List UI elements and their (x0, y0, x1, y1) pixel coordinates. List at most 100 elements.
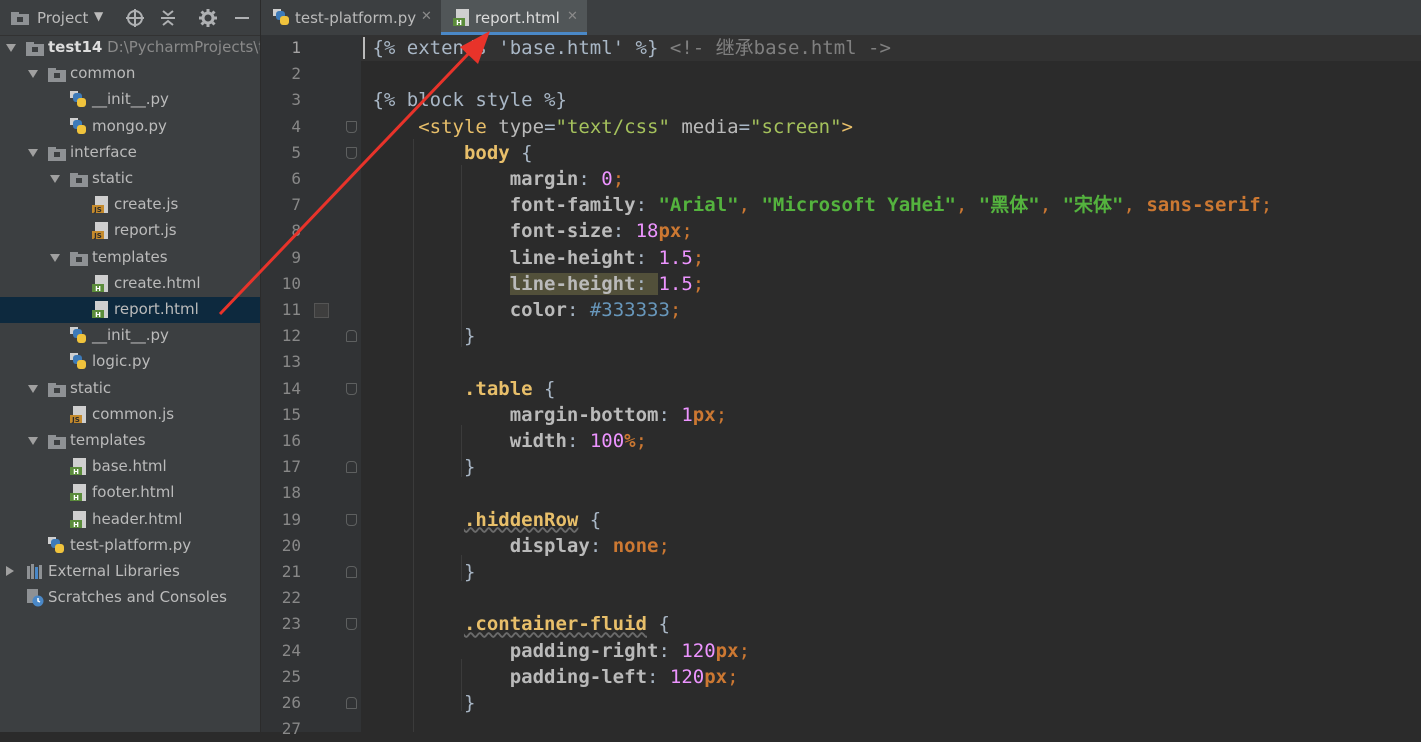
fold-end-marker-icon[interactable] (346, 566, 357, 578)
locate-target-icon[interactable] (125, 8, 145, 28)
line-number[interactable]: 24 (261, 638, 301, 664)
code-line[interactable]: line-height: 1.5; (361, 245, 1421, 271)
tree-item-interface[interactable]: interface (0, 140, 260, 166)
code-line[interactable]: } (361, 323, 1421, 349)
gear-icon[interactable] (198, 8, 218, 28)
line-number[interactable]: 19 (261, 507, 301, 533)
line-number[interactable]: 3 (261, 87, 301, 113)
tab-test-platform-py[interactable]: test-platform.py ✕ (261, 0, 441, 35)
code-line[interactable]: <style type="text/css" media="screen"> (361, 114, 1421, 140)
code-line[interactable]: .table { (361, 376, 1421, 402)
tree-item-templates[interactable]: templates (0, 428, 260, 454)
line-number[interactable]: 18 (261, 480, 301, 506)
fold-marker-icon[interactable] (346, 513, 357, 526)
code-line[interactable]: {% block style %} (361, 87, 1421, 113)
tree-item-report-html[interactable]: Hreport.html (0, 297, 260, 323)
code-line[interactable]: display: none; (361, 533, 1421, 559)
fold-end-marker-icon[interactable] (346, 330, 357, 343)
code-line[interactable]: color: #333333; (361, 297, 1421, 323)
code-line[interactable]: padding-right: 120px; (361, 638, 1421, 664)
line-number[interactable]: 2 (261, 61, 301, 87)
code-line[interactable]: body { (361, 140, 1421, 166)
line-number[interactable]: 10 (261, 271, 301, 297)
fold-end-marker-icon[interactable] (346, 697, 357, 709)
color-preview-icon[interactable] (314, 303, 329, 318)
close-icon[interactable]: ✕ (421, 9, 432, 24)
line-number[interactable]: 4 (261, 114, 301, 140)
line-number[interactable]: 11 (261, 297, 301, 323)
tree-item-common[interactable]: common (0, 61, 260, 87)
tab-report-html[interactable]: H report.html ✕ (441, 0, 587, 35)
tree-item-scratches-and-consoles[interactable]: Scratches and Consoles (0, 585, 260, 611)
code-line[interactable] (361, 480, 1421, 506)
fold-marker-icon[interactable] (346, 146, 357, 159)
line-number[interactable]: 20 (261, 533, 301, 559)
line-number[interactable]: 1 (261, 35, 301, 61)
fold-marker-icon[interactable] (346, 618, 357, 631)
code-line[interactable]: } (361, 690, 1421, 716)
tree-item--init-py[interactable]: __init__.py (0, 87, 260, 113)
project-view-selector[interactable]: Project (37, 9, 88, 27)
collapse-all-icon[interactable] (158, 8, 178, 28)
code-line[interactable] (361, 349, 1421, 375)
code-line[interactable]: .hiddenRow { (361, 507, 1421, 533)
line-number[interactable]: 7 (261, 192, 301, 218)
line-number[interactable]: 5 (261, 140, 301, 166)
chevron-down-icon[interactable]: ▼ (94, 9, 103, 23)
hide-panel-icon[interactable] (232, 8, 252, 28)
code-line[interactable] (361, 585, 1421, 611)
line-number[interactable]: 25 (261, 664, 301, 690)
tree-item-templates[interactable]: templates (0, 245, 260, 271)
collapse-arrow-icon[interactable] (6, 566, 14, 576)
tree-item-header-html[interactable]: Hheader.html (0, 507, 260, 533)
line-number[interactable]: 27 (261, 716, 301, 742)
tree-item-static[interactable]: static (0, 166, 260, 192)
code-line[interactable]: font-size: 18px; (361, 218, 1421, 244)
code-editor[interactable]: {% extends 'base.html' %} <!- 继承base.htm… (361, 35, 1421, 732)
line-number[interactable]: 9 (261, 245, 301, 271)
tree-item--init-py[interactable]: __init__.py (0, 323, 260, 349)
close-icon[interactable]: ✕ (567, 9, 578, 24)
code-line[interactable]: } (361, 559, 1421, 585)
fold-marker-icon[interactable] (346, 120, 357, 133)
line-number[interactable]: 15 (261, 402, 301, 428)
tree-item-test-platform-py[interactable]: test-platform.py (0, 533, 260, 559)
code-line[interactable]: line-height: 1.5; (361, 271, 1421, 297)
code-line[interactable] (361, 716, 1421, 732)
tree-item-create-js[interactable]: JS create.js (0, 192, 260, 218)
tree-item-static[interactable]: static (0, 376, 260, 402)
fold-marker-icon[interactable] (346, 382, 357, 395)
expand-arrow-icon[interactable] (50, 253, 60, 262)
expand-arrow-icon[interactable] (28, 384, 38, 393)
project-view-icon[interactable] (10, 11, 30, 25)
line-number[interactable]: 8 (261, 218, 301, 244)
fold-end-marker-icon[interactable] (346, 461, 357, 474)
line-number[interactable]: 26 (261, 690, 301, 716)
tree-item-common-js[interactable]: JS common.js (0, 402, 260, 428)
line-number[interactable]: 6 (261, 166, 301, 192)
tree-item-test14[interactable]: test14 D:\PycharmProjects\te (0, 35, 260, 61)
line-number[interactable]: 14 (261, 376, 301, 402)
code-line[interactable]: } (361, 454, 1421, 480)
expand-arrow-icon[interactable] (50, 175, 60, 183)
tree-item-report-js[interactable]: JS report.js (0, 218, 260, 244)
code-line[interactable]: {% extends 'base.html' %} <!- 继承base.htm… (361, 35, 1421, 61)
code-line[interactable]: width: 100%; (361, 428, 1421, 454)
tree-item-base-html[interactable]: Hbase.html (0, 454, 260, 480)
line-number[interactable]: 16 (261, 428, 301, 454)
line-number[interactable]: 21 (261, 559, 301, 585)
code-line[interactable]: margin: 0; (361, 166, 1421, 192)
code-line[interactable]: margin-bottom: 1px; (361, 402, 1421, 428)
expand-arrow-icon[interactable] (28, 70, 38, 79)
line-number[interactable]: 12 (261, 323, 301, 349)
expand-arrow-icon[interactable] (6, 44, 16, 52)
tree-item-logic-py[interactable]: logic.py (0, 349, 260, 375)
line-number[interactable]: 23 (261, 611, 301, 637)
line-number[interactable]: 22 (261, 585, 301, 611)
expand-arrow-icon[interactable] (28, 148, 38, 157)
tree-item-external-libraries[interactable]: External Libraries (0, 559, 260, 585)
tree-item-create-html[interactable]: Hcreate.html (0, 271, 260, 297)
code-line[interactable]: .container-fluid { (361, 611, 1421, 637)
tree-item-footer-html[interactable]: Hfooter.html (0, 480, 260, 506)
code-line[interactable]: padding-left: 120px; (361, 664, 1421, 690)
